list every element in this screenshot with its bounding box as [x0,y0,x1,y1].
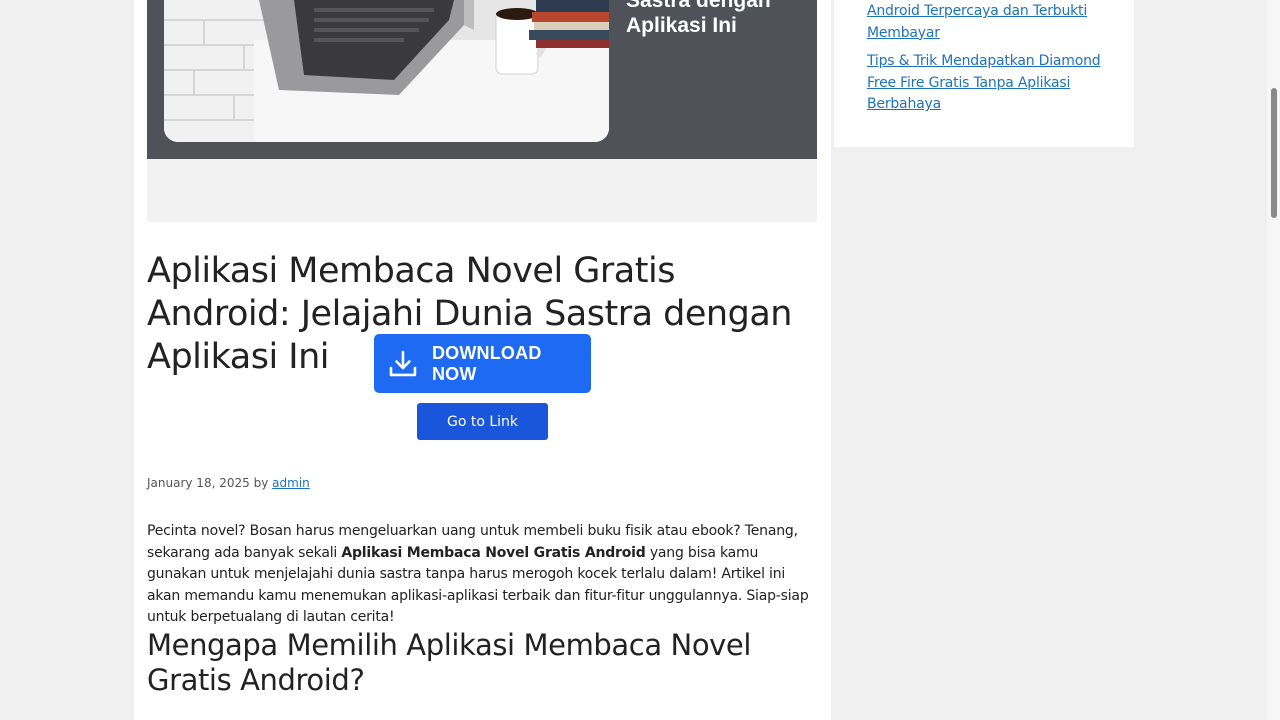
scrollbar-thumb[interactable] [1271,88,1277,218]
go-to-link-button[interactable]: Go to Link [417,403,548,440]
article-column: Sastra dengan Aplikasi Ini Aplikasi Memb… [134,0,831,720]
recent-post-link[interactable]: Android Terpercaya dan Terbukti Membayar [867,1,1107,44]
featured-overlay-line: Aplikasi Ini [626,14,737,37]
featured-image-banner: Sastra dengan Aplikasi Ini [147,0,817,159]
recent-post-link[interactable]: Tips & Trik Mendapatkan Diamond Free Fir… [867,51,1107,116]
recent-post-link-line: Membayar [867,24,940,41]
featured-photo [164,0,609,142]
recent-post-link-line: Android Terpercaya dan Terbukti [867,3,1088,19]
featured-overlay-line: Sastra dengan [626,0,771,12]
intro-paragraph: Pecinta novel? Bosan harus mengeluarkan … [147,521,817,629]
download-now-label: DOWNLOAD NOW [431,342,542,384]
post-meta: January 18, 2025 by admin [147,476,310,490]
sidebar-recent-posts: Android Terpercaya dan Terbukti Membayar… [834,0,1134,147]
recent-post-link-line: Tips & Trik Mendapatkan Diamond [867,53,1101,69]
list-item: Android Terpercaya dan Terbukti Membayar [867,1,1107,44]
recent-post-link-line: Free Fire Gratis Tanpa Aplikasi [867,74,1071,91]
section-heading: Mengapa Memilih Aplikasi Membaca Novel G… [147,628,752,697]
scrollbar[interactable] [1267,0,1280,720]
author-link[interactable]: admin [272,476,310,490]
post-date: January 18, 2025 [147,476,250,490]
list-item: Tips & Trik Mendapatkan Diamond Free Fir… [867,51,1107,116]
intro-bold-keyword: Aplikasi Membaca Novel Gratis Android [341,544,646,561]
recent-posts-list: Android Terpercaya dan Terbukti Membayar… [867,1,1107,123]
post-by: by [253,476,269,490]
download-now-button[interactable]: DOWNLOAD NOW [374,334,591,393]
download-icon [389,350,417,376]
page: Sastra dengan Aplikasi Ini Aplikasi Memb… [0,0,1280,720]
recent-post-link-line: Berbahaya [867,96,941,112]
featured-overlay-text: Sastra dengan Aplikasi Ini [626,0,806,38]
featured-image: Sastra dengan Aplikasi Ini [147,0,817,222]
